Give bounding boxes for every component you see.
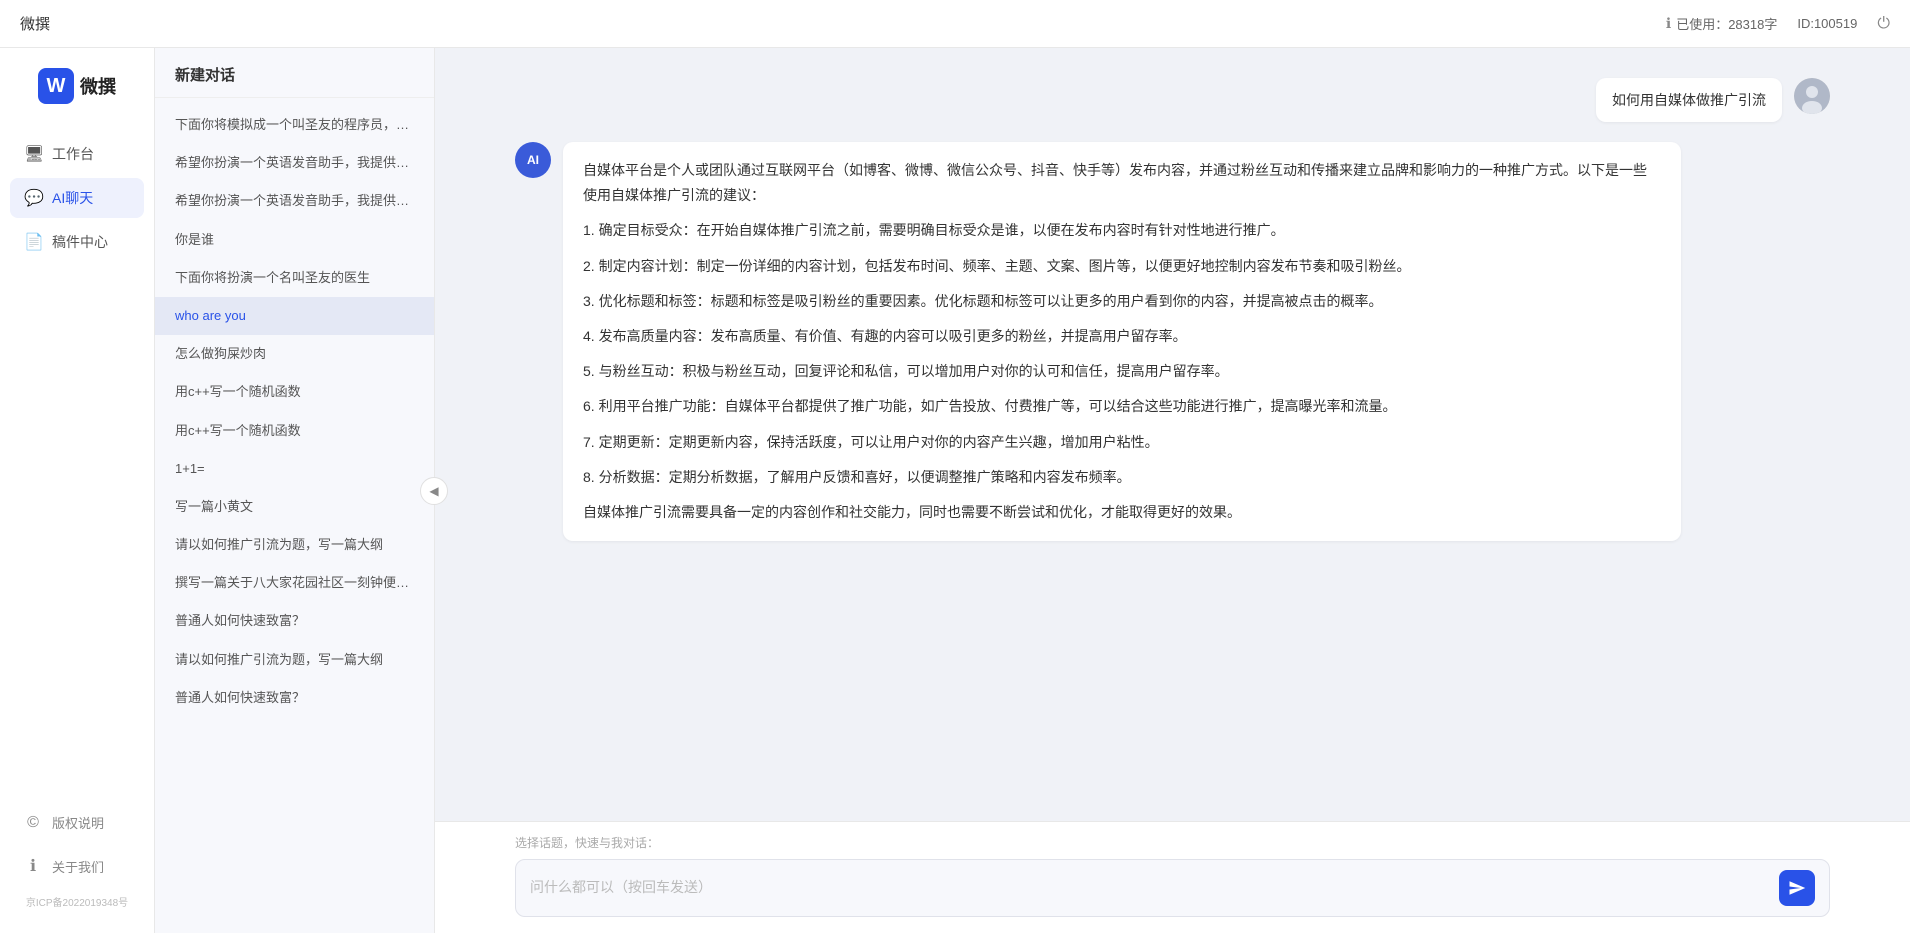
- conv-item[interactable]: 1+1=: [155, 450, 434, 488]
- conv-item[interactable]: 普通人如何快速致富？: [155, 679, 434, 717]
- sidebar-bottom: © 版权说明 ℹ 关于我们 京ICP备2022019348号: [0, 803, 154, 923]
- chat-input[interactable]: [530, 877, 1769, 899]
- sidebar-item-workbench[interactable]: 🖥 工作台: [10, 134, 144, 174]
- input-box: [515, 859, 1830, 917]
- copyright-label: 版权说明: [52, 813, 104, 832]
- send-icon: [1788, 879, 1806, 897]
- conv-header[interactable]: 新建对话: [155, 48, 434, 98]
- ai-message: AI 自媒体平台是个人或团队通过互联网平台（如博客、微博、微信公众号、抖音、快手…: [515, 142, 1830, 541]
- main-layout: W 微撰 🖥 工作台 💬 AI聊天 📄 稿件中心 © 版权说明 ℹ: [0, 48, 1910, 933]
- sidebar-item-drafts[interactable]: 📄 稿件中心: [10, 222, 144, 262]
- conv-item[interactable]: 请以如何推广引流为题，写一篇大纲: [155, 526, 434, 564]
- ai-response-p4: 4. 发布高质量内容：发布高质量、有价值、有趣的内容可以吸引更多的粉丝，并提高用…: [583, 324, 1661, 349]
- left-sidebar: W 微撰 🖥 工作台 💬 AI聊天 📄 稿件中心 © 版权说明 ℹ: [0, 48, 155, 933]
- conv-item[interactable]: 请以如何推广引流为题，写一篇大纲: [155, 641, 434, 679]
- conv-item[interactable]: 写一篇小黄文: [155, 488, 434, 526]
- input-area: 选择话题，快速与我对话：: [435, 821, 1910, 933]
- conv-item[interactable]: 下面你将扮演一个名叫圣友的医生: [155, 259, 434, 297]
- ai-chat-label: AI聊天: [52, 188, 93, 208]
- topbar-id: ID:100519: [1797, 16, 1857, 31]
- topbar-usage: ℹ 已使用：28318字: [1666, 14, 1777, 33]
- conv-item[interactable]: 普通人如何快速致富？: [155, 602, 434, 640]
- ai-bubble: 自媒体平台是个人或团队通过互联网平台（如博客、微博、微信公众号、抖音、快手等）发…: [563, 142, 1681, 541]
- usage-text: 已使用：28318字: [1676, 14, 1777, 33]
- ai-response-p5: 5. 与粉丝互动：积极与粉丝互动，回复评论和私信，可以增加用户对你的认可和信任，…: [583, 359, 1661, 384]
- ai-avatar: AI: [515, 142, 551, 178]
- ai-response-p8: 8. 分析数据：定期分析数据，了解用户反馈和喜好，以便调整推广策略和内容发布频率…: [583, 465, 1661, 490]
- about-icon: ℹ: [24, 856, 42, 876]
- nav-items: 🖥 工作台 💬 AI聊天 📄 稿件中心: [0, 134, 154, 262]
- info-icon: ℹ: [1666, 15, 1671, 32]
- user-bubble: 如何用自媒体做推广引流: [1596, 78, 1782, 122]
- ai-response-p0: 自媒体平台是个人或团队通过互联网平台（如博客、微博、微信公众号、抖音、快手等）发…: [583, 158, 1661, 208]
- topbar-title: 微撰: [20, 13, 1666, 34]
- power-icon[interactable]: ⏻: [1877, 15, 1890, 33]
- user-message-text: 如何用自媒体做推广引流: [1612, 92, 1766, 108]
- logo-text: 微撰: [80, 73, 116, 99]
- ai-chat-icon: 💬: [24, 188, 42, 208]
- collapse-panel-button[interactable]: ◀: [420, 477, 448, 505]
- quick-topics: 选择话题，快速与我对话：: [515, 834, 1830, 851]
- conv-list: 下面你将模拟成一个叫圣友的程序员，我说... 希望你扮演一个英语发音助手，我提供…: [155, 98, 434, 933]
- topbar: 微撰 ℹ 已使用：28318字 ID:100519 ⏻: [0, 0, 1910, 48]
- conv-item[interactable]: 用c++写一个随机函数: [155, 412, 434, 450]
- about-label: 关于我们: [52, 857, 104, 876]
- topbar-right: ℹ 已使用：28318字 ID:100519 ⏻: [1666, 14, 1890, 33]
- drafts-icon: 📄: [24, 232, 42, 252]
- conv-item[interactable]: 你是谁: [155, 221, 434, 259]
- conv-item[interactable]: 希望你扮演一个英语发音助手，我提供给你...: [155, 144, 434, 182]
- conv-item-active[interactable]: who are you: [155, 297, 434, 335]
- copyright-icon: ©: [24, 814, 42, 832]
- chat-area: 如何用自媒体做推广引流 AI 自媒体平台是个人或团队通过互联网平台（如博客、微博…: [435, 48, 1910, 933]
- drafts-label: 稿件中心: [52, 232, 108, 252]
- chat-messages: 如何用自媒体做推广引流 AI 自媒体平台是个人或团队通过互联网平台（如博客、微博…: [435, 48, 1910, 821]
- ai-response-p6: 6. 利用平台推广功能：自媒体平台都提供了推广功能，如广告投放、付费推广等，可以…: [583, 394, 1661, 419]
- workbench-label: 工作台: [52, 144, 94, 164]
- ai-response-p3: 3. 优化标题和标签：标题和标签是吸引粉丝的重要因素。优化标题和标签可以让更多的…: [583, 289, 1661, 314]
- conv-item[interactable]: 撰写一篇关于八大家花园社区一刻钟便民生...: [155, 564, 434, 602]
- conv-item[interactable]: 用c++写一个随机函数: [155, 373, 434, 411]
- sidebar-item-about[interactable]: ℹ 关于我们: [10, 846, 144, 886]
- icp-text: 京ICP备2022019348号: [10, 890, 144, 913]
- ai-response-p1: 1. 确定目标受众：在开始自媒体推广引流之前，需要明确目标受众是谁，以便在发布内…: [583, 218, 1661, 243]
- user-avatar: [1794, 78, 1830, 114]
- sidebar-item-ai-chat[interactable]: 💬 AI聊天: [10, 178, 144, 218]
- conv-panel: 新建对话 下面你将模拟成一个叫圣友的程序员，我说... 希望你扮演一个英语发音助…: [155, 48, 435, 933]
- logo-icon: W: [38, 68, 74, 104]
- user-message: 如何用自媒体做推广引流: [515, 78, 1830, 122]
- conv-item[interactable]: 希望你扮演一个英语发音助手，我提供给你...: [155, 182, 434, 220]
- workbench-icon: 🖥: [24, 144, 42, 164]
- ai-response-p2: 2. 制定内容计划：制定一份详细的内容计划，包括发布时间、频率、主题、文案、图片…: [583, 254, 1661, 279]
- send-button[interactable]: [1779, 870, 1815, 906]
- conv-item[interactable]: 怎么做狗屎炒肉: [155, 335, 434, 373]
- ai-response-p9: 自媒体推广引流需要具备一定的内容创作和社交能力，同时也需要不断尝试和优化，才能取…: [583, 500, 1661, 525]
- ai-response-p7: 7. 定期更新：定期更新内容，保持活跃度，可以让用户对你的内容产生兴趣，增加用户…: [583, 430, 1661, 455]
- logo-area: W 微撰: [38, 68, 116, 104]
- sidebar-item-copyright[interactable]: © 版权说明: [10, 803, 144, 842]
- conv-item[interactable]: 下面你将模拟成一个叫圣友的程序员，我说...: [155, 106, 434, 144]
